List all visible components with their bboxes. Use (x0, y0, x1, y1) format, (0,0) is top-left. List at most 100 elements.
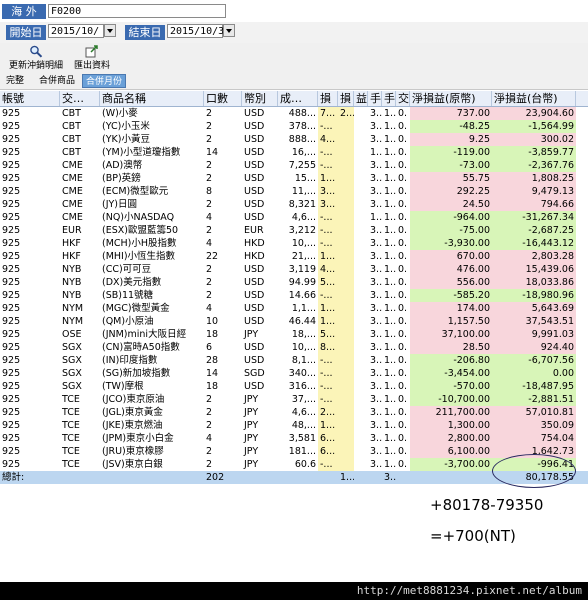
cell-fee-b: 1... (384, 238, 396, 249)
tab-full[interactable]: 完整 (3, 74, 27, 88)
table-row[interactable]: 925CME(NQ)小NASDAQ4USD4,6...-...1...1...0… (0, 211, 588, 224)
table-row[interactable]: 925 CBT (W)小麥 2 USD 488...7...2... 3...1...0.7… (0, 107, 588, 120)
cell-gain (354, 172, 368, 185)
cell-account: 925 (2, 251, 21, 262)
cell-loss-a: -... (318, 237, 338, 250)
cell-currency: USD (244, 108, 265, 119)
table-row[interactable]: 925 NYB (DX)美元指數 2 USD 94.995... 3...1...0.556… (0, 276, 588, 289)
cell-fee-a: 3... (370, 121, 382, 132)
cell-currency: JPY (244, 446, 259, 457)
cell-net-orig: 24.50 (410, 198, 492, 211)
cell-qty: 2 (206, 108, 213, 119)
table-row[interactable]: 925SGX(IN)印度指數28USD8,1...-...3...1...0.-… (0, 354, 588, 367)
col-header-exchange[interactable]: 交… (60, 91, 100, 106)
col-header-cost[interactable]: 成… (278, 91, 318, 106)
cell-fee-b: 1... (384, 459, 396, 470)
col-header-currency[interactable]: 幣別 (242, 91, 278, 106)
start-date-field[interactable]: 2015/10/ (48, 24, 104, 38)
cell-gain (354, 419, 368, 432)
table-row[interactable]: 925 CBT (YK)小黃豆 2 USD 888...4... 3...1...0.9.2… (0, 133, 588, 146)
cell-fee-b: 1... (384, 212, 396, 223)
cell-account: 925 (2, 459, 21, 470)
end-date-dropdown-icon[interactable] (223, 24, 235, 37)
cell-net-twd: 57,010.81 (492, 406, 576, 419)
tab-merge-product[interactable]: 合併商品 (36, 74, 78, 88)
cell-cost: 14.66 (288, 290, 316, 301)
cell-cost: 3,581 (288, 433, 316, 444)
cell-loss-a: 1... (318, 172, 338, 185)
table-row[interactable]: 925 CBT (YC)小玉米 2 USD 378...-... 3...1...0.-48… (0, 120, 588, 133)
table-row[interactable]: 925CME(BP)英鎊2USD15...1...3...1...0.55.75… (0, 172, 588, 185)
end-date-field[interactable]: 2015/10/3 (167, 24, 224, 38)
account-field[interactable]: F0200 (48, 4, 226, 18)
cell-fee-b: 1... (384, 290, 396, 301)
cell-loss-b (338, 198, 354, 211)
cell-loss-a: 1... (318, 250, 338, 263)
cell-currency: EUR (244, 225, 264, 236)
cell-fee-a: 3... (370, 160, 382, 171)
table-row[interactable]: 925NYM(QM)小原油10USD46.441...3...1...0.1,1… (0, 315, 588, 328)
cell-loss-b (338, 393, 354, 406)
cell-exchange: CME (62, 212, 83, 223)
cell-exchange: HKF (62, 238, 81, 249)
table-row[interactable]: 925 NYB (CC)可可豆 2 USD 3,1194... 3...1...0.476.… (0, 263, 588, 276)
table-row[interactable]: 925 TCE (JPM)東京小白金 4 JPY 3,5816... 3...1...0.2… (0, 432, 588, 445)
table-row[interactable]: 925CBT(YM)小型道瓊指數14USD16,...-...1...1...0… (0, 146, 588, 159)
col-header-qty[interactable]: 口數 (204, 91, 242, 106)
col-header-trade[interactable]: 交 (396, 91, 410, 106)
col-header-product[interactable]: 商品名稱 (100, 91, 204, 106)
cell-currency: USD (244, 381, 265, 392)
col-header-loss-b[interactable]: 損 (338, 91, 354, 106)
table-row[interactable]: 925 HKF (MCH)小H股指數 4 HKD 10,...-... 3...1...0.… (0, 237, 588, 250)
cell-product: (TW)摩根 (102, 381, 144, 392)
export-data-button[interactable]: 匯出資料 (70, 44, 114, 72)
pnl-table: 帳號 交… 商品名稱 口數 幣別 成… 損 損 益 手 手 交 淨損益(原幣) … (0, 91, 588, 484)
col-header-net-twd[interactable]: 淨損益(台幣) (492, 91, 576, 106)
cell-fee-b: 1... (384, 173, 396, 184)
table-row[interactable]: 925TCE(JKE)東京燃油2JPY48,...1...3...1...0.1… (0, 419, 588, 432)
cell-cost: 488... (288, 108, 316, 119)
cell-net-orig: 9.25 (410, 133, 492, 146)
table-row[interactable]: 925 OSE (JNM)mini大阪日經 18 JPY 18,...5... 3...1.… (0, 328, 588, 341)
col-header-account[interactable]: 帳號 (0, 91, 60, 106)
table-row[interactable]: 925HKF(MHI)小恆生指數22HKD21,...1...3...1...0… (0, 250, 588, 263)
table-row[interactable]: 925NYM(MGC)微型黃金4USD1,1...1...3...1...0.1… (0, 302, 588, 315)
col-header-fee-b[interactable]: 手 (382, 91, 396, 106)
table-row[interactable]: 925TCE(JCO)東京原油2JPY37,...-...3...1...0.-… (0, 393, 588, 406)
col-header-fee-a[interactable]: 手 (368, 91, 382, 106)
cell-loss-a: 4... (318, 133, 338, 146)
col-header-loss-a[interactable]: 損 (318, 91, 338, 106)
update-details-button[interactable]: 更新沖銷明細 (6, 44, 66, 72)
cell-net-twd: 9,479.13 (492, 185, 576, 198)
table-row[interactable]: 925 EUR (ESX)歐盟藍籌50 2 EUR 3,212-... 3...1...0.… (0, 224, 588, 237)
cell-loss-b (338, 367, 354, 380)
cell-qty: 2 (206, 290, 213, 301)
cell-fee-b: 1... (384, 251, 396, 262)
cell-cost: 37,... (291, 394, 316, 405)
table-row[interactable]: 925 SGX (TW)摩根 18 USD 316...-... 3...1...0.-57… (0, 380, 588, 393)
cell-trade: 0. (398, 121, 408, 132)
cell-qty: 2 (206, 277, 213, 288)
table-row[interactable]: 925SGX(SG)新加坡指數14SGD340...-...3...1...0.… (0, 367, 588, 380)
view-tabs: 完整 合併商品 合併月份 (0, 73, 588, 90)
cell-net-orig: -48.25 (410, 120, 492, 133)
tab-merge-month[interactable]: 合併月份 (82, 74, 127, 88)
cell-trade: 0. (398, 134, 408, 145)
table-row[interactable]: 925 TCE (JGL)東京黃金 2 JPY 4,6...2... 3...1...0.2… (0, 406, 588, 419)
cell-fee-a: 3... (370, 355, 382, 366)
col-header-net-orig[interactable]: 淨損益(原幣) (410, 91, 492, 106)
table-row[interactable]: 925CME(ECM)微型歐元8USD11,...3...3...1...0.2… (0, 185, 588, 198)
cell-product: (YK)小黃豆 (102, 134, 150, 145)
cell-qty: 2 (206, 225, 213, 236)
table-row[interactable]: 925 TCE (JRU)東京橡膠 2 JPY 181...6... 3...1...0.6… (0, 445, 588, 458)
table-row[interactable]: 925 SGX (CN)富時A50指數 6 USD 10,...8... 3...1...0… (0, 341, 588, 354)
cell-gain (354, 367, 368, 380)
annotation-line-1: +80178-79350 (430, 496, 544, 514)
cell-fee-a: 3... (370, 134, 382, 145)
col-header-gain[interactable]: 益 (354, 91, 368, 106)
cell-net-orig: 6,100.00 (410, 445, 492, 458)
table-row[interactable]: 925 CME (AD)澳幣 2 USD 7,255-... 3...1...0.-73.0… (0, 159, 588, 172)
table-row[interactable]: 925CME(JY)日圓2USD8,3213...3...1...0.24.50… (0, 198, 588, 211)
table-row[interactable]: 925 NYB (SB)11號糖 2 USD 14.66-... 3...1...0.-58… (0, 289, 588, 302)
start-date-dropdown-icon[interactable] (104, 24, 116, 37)
